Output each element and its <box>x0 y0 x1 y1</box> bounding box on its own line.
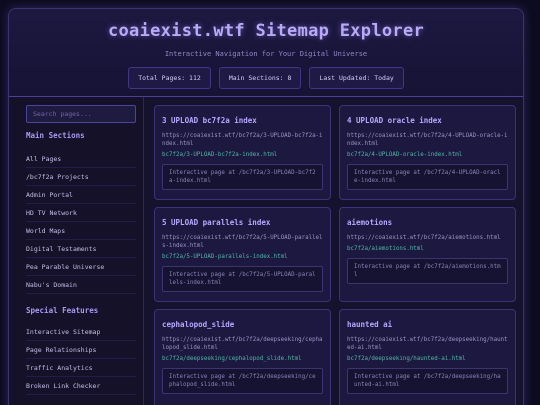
sidebar-item-all-pages[interactable]: All Pages <box>26 150 136 168</box>
card-url[interactable]: https://coaiexist.wtf/bc7f2a/deepseeking… <box>347 336 508 352</box>
card-url[interactable]: https://coaiexist.wtf/bc7f2a/4-UPLOAD-or… <box>347 132 508 148</box>
page-card[interactable]: cephalopod_slide https://coaiexist.wtf/b… <box>154 309 331 405</box>
card-url[interactable]: https://coaiexist.wtf/bc7f2a/5-UPLOAD-pa… <box>162 234 323 250</box>
sidebar-item-page-relationships[interactable]: Page Relationships <box>26 341 136 359</box>
card-url[interactable]: https://coaiexist.wtf/bc7f2a/deepseeking… <box>162 336 323 352</box>
page-title: coaiexist.wtf Sitemap Explorer <box>107 21 425 41</box>
sidebar-item-nabus-domain[interactable]: Nabu's Domain <box>26 276 136 294</box>
stat-last-updated: Last Updated: Today <box>309 67 404 89</box>
card-path: bc7f2a/5-UPLOAD-parallels-index.html <box>162 254 288 260</box>
page-card[interactable]: 4 UPLOAD oracle index https://coaiexist.… <box>339 105 516 200</box>
card-title[interactable]: 3 UPLOAD bc7f2a index <box>162 116 323 125</box>
sidebar: Main Sections All Pages /bc7f2a Projects… <box>9 97 144 405</box>
stat-total-pages: Total Pages: 112 <box>128 67 211 89</box>
page-subtitle: Interactive Navigation for Your Digital … <box>164 50 368 58</box>
sidebar-item-traffic-analytics[interactable]: Traffic Analytics <box>26 359 136 377</box>
stat-main-sections: Main Sections: 8 <box>218 67 302 89</box>
page-card[interactable]: 3 UPLOAD bc7f2a index https://coaiexist.… <box>154 105 331 200</box>
main-sections-heading: Main Sections <box>26 131 85 140</box>
special-features-heading: Special Features <box>26 306 99 315</box>
card-url[interactable]: https://coaiexist.wtf/bc7f2a/3-UPLOAD-bc… <box>162 132 323 148</box>
card-description: Interactive page at /bc7f2a/3-UPLOAD-bc7… <box>162 164 323 190</box>
main-sections-list: All Pages /bc7f2a Projects Admin Portal … <box>26 150 136 294</box>
card-description: Interactive page at /bc7f2a/aiemotions.h… <box>347 258 508 284</box>
page-card[interactable]: 5 UPLOAD parallels index https://coaiexi… <box>154 207 331 302</box>
card-url[interactable]: https://coaiexist.wtf/bc7f2a/aiemotions.… <box>347 234 508 242</box>
card-path: bc7f2a/3-UPLOAD-bc7f2a-index.html <box>162 152 278 158</box>
card-title[interactable]: haunted ai <box>347 320 508 329</box>
card-title[interactable]: 5 UPLOAD parallels index <box>162 218 323 227</box>
card-path: bc7f2a/4-UPLOAD-oracle-index.html <box>347 152 463 158</box>
special-features-list: Interactive Sitemap Page Relationships T… <box>26 323 136 395</box>
card-title[interactable]: cephalopod_slide <box>162 320 323 329</box>
card-description: Interactive page at /bc7f2a/4-UPLOAD-ora… <box>347 164 508 190</box>
sidebar-item-world-maps[interactable]: World Maps <box>26 222 136 240</box>
page-card[interactable]: aiemotions https://coaiexist.wtf/bc7f2a/… <box>339 207 516 302</box>
card-path: bc7f2a/deepseeking/cephalopod_slide.html <box>162 356 302 362</box>
stats-bar: Total Pages: 112 Main Sections: 8 Last U… <box>9 67 523 89</box>
card-path: bc7f2a/aiemotions.html <box>347 246 424 252</box>
page-header: coaiexist.wtf Sitemap Explorer Interacti… <box>9 9 523 97</box>
card-description: Interactive page at /bc7f2a/5-UPLOAD-par… <box>162 266 323 292</box>
page-card[interactable]: haunted ai https://coaiexist.wtf/bc7f2a/… <box>339 309 516 405</box>
card-title[interactable]: aiemotions <box>347 218 508 227</box>
sidebar-item-digital-testaments[interactable]: Digital Testaments <box>26 240 136 258</box>
sidebar-item-pea-parable-universe[interactable]: Pea Parable Universe <box>26 258 136 276</box>
card-description: Interactive page at /bc7f2a/deepseeking/… <box>162 368 323 394</box>
sidebar-item-hd-tv-network[interactable]: HD TV Network <box>26 204 136 222</box>
card-description: Interactive page at /bc7f2a/deepseeking/… <box>347 368 508 394</box>
sidebar-item-broken-link-checker[interactable]: Broken Link Checker <box>26 377 136 395</box>
card-path: bc7f2a/deepseeking/haunted-ai.html <box>347 356 466 362</box>
sidebar-item-admin-portal[interactable]: Admin Portal <box>26 186 136 204</box>
page-grid: 3 UPLOAD bc7f2a index https://coaiexist.… <box>154 105 523 405</box>
sidebar-item-bc7f2a-projects[interactable]: /bc7f2a Projects <box>26 168 136 186</box>
sidebar-item-interactive-sitemap[interactable]: Interactive Sitemap <box>26 323 136 341</box>
search-input[interactable] <box>26 105 136 123</box>
card-title[interactable]: 4 UPLOAD oracle index <box>347 116 508 125</box>
app-window: coaiexist.wtf Sitemap Explorer Interacti… <box>8 8 524 405</box>
